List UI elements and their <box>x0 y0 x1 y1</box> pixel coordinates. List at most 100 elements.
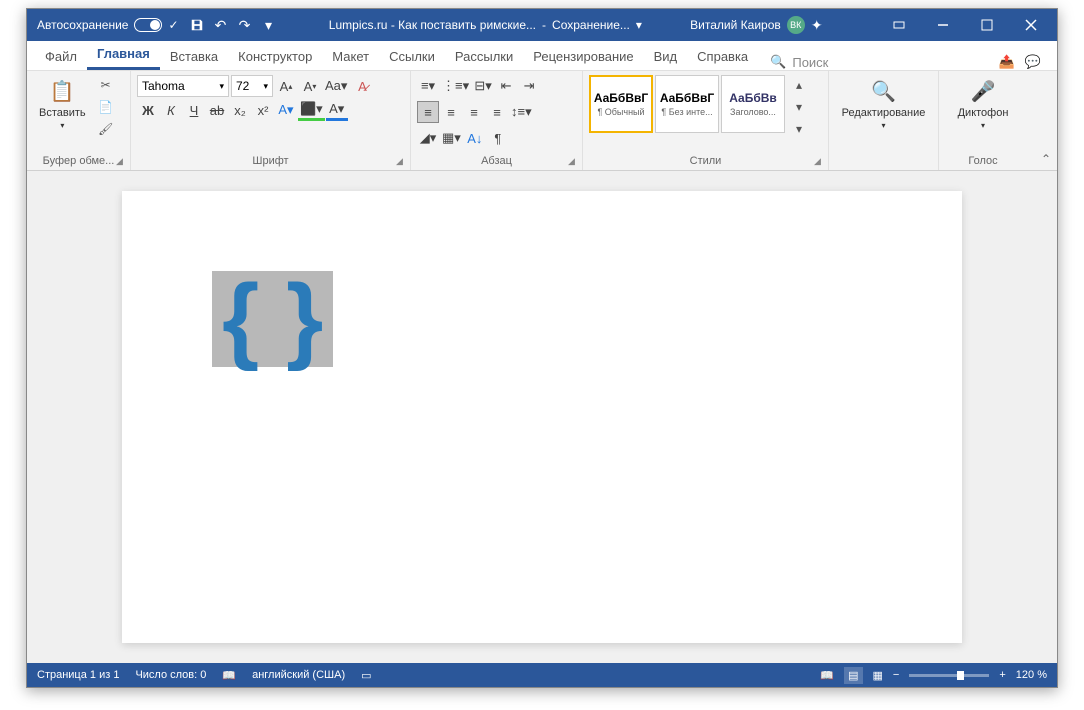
align-left-icon[interactable]: ≡ <box>417 101 439 123</box>
find-icon: 🔍 <box>869 77 897 105</box>
cut-icon[interactable]: ✂ <box>96 75 116 95</box>
underline-button[interactable]: Ч <box>183 99 205 121</box>
bullets-icon[interactable]: ≡▾ <box>417 75 439 97</box>
font-color-icon[interactable]: A▾ <box>326 99 348 121</box>
paragraph-group-label: Абзац <box>417 154 576 168</box>
tab-insert[interactable]: Вставка <box>160 43 228 70</box>
zoom-slider[interactable] <box>909 674 989 677</box>
search-box[interactable]: 🔍 Поиск <box>770 54 828 70</box>
numbering-icon[interactable]: ⋮≡▾ <box>440 75 471 97</box>
borders-icon[interactable]: ▦▾ <box>440 127 463 149</box>
editing-button[interactable]: 🔍 Редактирование ▾ <box>836 75 932 132</box>
style-heading1[interactable]: АаБбВв Заголово... <box>721 75 785 133</box>
clear-formatting-icon[interactable]: A̷ <box>351 75 373 97</box>
group-editing: 🔍 Редактирование ▾ <box>829 71 939 170</box>
show-marks-icon[interactable]: ¶ <box>487 127 509 149</box>
style-expand-icon[interactable]: ▾ <box>789 119 809 139</box>
autosave-toggle[interactable] <box>134 18 162 32</box>
grow-font-icon[interactable]: A▴ <box>275 75 297 97</box>
font-family-combo[interactable]: Tahoma ▾ <box>137 75 229 97</box>
tab-help[interactable]: Справка <box>687 43 758 70</box>
zoom-in-icon[interactable]: + <box>999 669 1005 681</box>
tab-layout[interactable]: Макет <box>322 43 379 70</box>
group-font: Tahoma ▾ 72 ▾ A▴ A▾ Aa▾ A̷ Ж К Ч ab x₂ x… <box>131 71 411 170</box>
maximize-button[interactable] <box>965 9 1009 41</box>
macro-icon[interactable]: ▭ <box>361 669 371 682</box>
group-paragraph: ≡▾ ⋮≡▾ ⊟▾ ⇤ ⇥ ≡ ≡ ≡ ≡ ↕≡▾ ◢▾ ▦▾ A↓ <box>411 71 583 170</box>
style-nospacing[interactable]: АаБбВвГ ¶ Без инте... <box>655 75 719 133</box>
superscript-button[interactable]: x² <box>252 99 274 121</box>
field-code[interactable]: { } <box>212 271 333 367</box>
ribbon-tabs: Файл Главная Вставка Конструктор Макет С… <box>27 41 1057 71</box>
font-size-combo[interactable]: 72 ▾ <box>231 75 273 97</box>
line-spacing-icon[interactable]: ↕≡▾ <box>509 101 534 123</box>
style-normal[interactable]: АаБбВвГ ¶ Обычный <box>589 75 653 133</box>
save-icon[interactable] <box>185 13 209 37</box>
dictate-label: Диктофон <box>958 107 1009 119</box>
tab-mailings[interactable]: Рассылки <box>445 43 523 70</box>
tab-file[interactable]: Файл <box>35 43 87 70</box>
shrink-font-icon[interactable]: A▾ <box>299 75 321 97</box>
shading-icon[interactable]: ◢▾ <box>417 127 439 149</box>
clipboard-icon: 📋 <box>48 77 76 105</box>
dictate-button[interactable]: 🎤 Диктофон ▾ <box>952 75 1015 132</box>
style-scroll-down-icon[interactable]: ▾ <box>789 97 809 117</box>
web-layout-icon[interactable]: ▦ <box>873 669 883 682</box>
close-button[interactable] <box>1009 9 1053 41</box>
strike-button[interactable]: ab <box>206 99 228 121</box>
qat-customize-icon[interactable]: ▾ <box>257 13 281 37</box>
status-page[interactable]: Страница 1 из 1 <box>37 669 119 681</box>
format-painter-icon[interactable]: 🖌 <box>96 119 116 139</box>
chevron-down-icon: ▾ <box>881 121 885 130</box>
status-words[interactable]: Число слов: 0 <box>135 669 206 681</box>
title-dropdown-icon[interactable]: ▾ <box>636 18 642 32</box>
change-case-icon[interactable]: Aa▾ <box>323 75 349 97</box>
zoom-out-icon[interactable]: − <box>893 669 899 681</box>
font-dialog-launcher[interactable]: ◢ <box>396 156 408 168</box>
ribbon-mode-icon[interactable] <box>877 9 921 41</box>
minimize-button[interactable] <box>921 9 965 41</box>
undo-icon[interactable]: ↶ <box>209 13 233 37</box>
titlebar: Автосохранение ✓ ↶ ↷ ▾ Lumpics.ru - Как … <box>27 9 1057 41</box>
styles-dialog-launcher[interactable]: ◢ <box>814 156 826 168</box>
tab-references[interactable]: Ссылки <box>379 43 445 70</box>
multilevel-icon[interactable]: ⊟▾ <box>472 75 494 97</box>
font-group-label: Шрифт <box>137 154 404 168</box>
align-right-icon[interactable]: ≡ <box>463 101 485 123</box>
tab-view[interactable]: Вид <box>644 43 688 70</box>
align-center-icon[interactable]: ≡ <box>440 101 462 123</box>
read-mode-icon[interactable]: 📖 <box>820 669 834 682</box>
justify-icon[interactable]: ≡ <box>486 101 508 123</box>
zoom-level[interactable]: 120 % <box>1016 669 1047 681</box>
share-icon[interactable]: 📤 <box>999 54 1015 70</box>
copy-icon[interactable]: 📄 <box>96 97 116 117</box>
editing-label: Редактирование <box>842 107 926 119</box>
tab-design[interactable]: Конструктор <box>228 43 322 70</box>
redo-icon[interactable]: ↷ <box>233 13 257 37</box>
style-scroll-up-icon[interactable]: ▴ <box>789 75 809 95</box>
increase-indent-icon[interactable]: ⇥ <box>518 75 540 97</box>
subscript-button[interactable]: x₂ <box>229 99 251 121</box>
tab-review[interactable]: Рецензирование <box>523 43 643 70</box>
comments-icon[interactable]: 💬 <box>1025 54 1041 70</box>
sort-icon[interactable]: A↓ <box>464 127 486 149</box>
autosave-check-icon: ✓ <box>168 18 178 32</box>
italic-button[interactable]: К <box>160 99 182 121</box>
bold-button[interactable]: Ж <box>137 99 159 121</box>
status-language[interactable]: английский (США) <box>252 669 345 681</box>
decrease-indent-icon[interactable]: ⇤ <box>495 75 517 97</box>
paste-button[interactable]: 📋 Вставить ▾ <box>33 75 92 132</box>
collapse-ribbon-icon[interactable]: ⌃ <box>1041 152 1051 166</box>
highlight-icon[interactable]: ⬛▾ <box>298 99 325 121</box>
magic-icon[interactable]: ✦ <box>805 13 829 37</box>
paragraph-dialog-launcher[interactable]: ◢ <box>568 156 580 168</box>
avatar[interactable]: ВК <box>787 16 805 34</box>
clipboard-dialog-launcher[interactable]: ◢ <box>116 156 128 168</box>
autosave-group: Автосохранение ✓ <box>31 18 185 32</box>
page[interactable]: { } <box>122 191 962 643</box>
user-name[interactable]: Виталий Каиров <box>690 18 781 32</box>
tab-home[interactable]: Главная <box>87 40 160 70</box>
print-layout-icon[interactable]: ▤ <box>844 667 862 684</box>
spellcheck-icon[interactable]: 📖 <box>222 669 236 682</box>
text-effects-icon[interactable]: A▾ <box>275 99 297 121</box>
